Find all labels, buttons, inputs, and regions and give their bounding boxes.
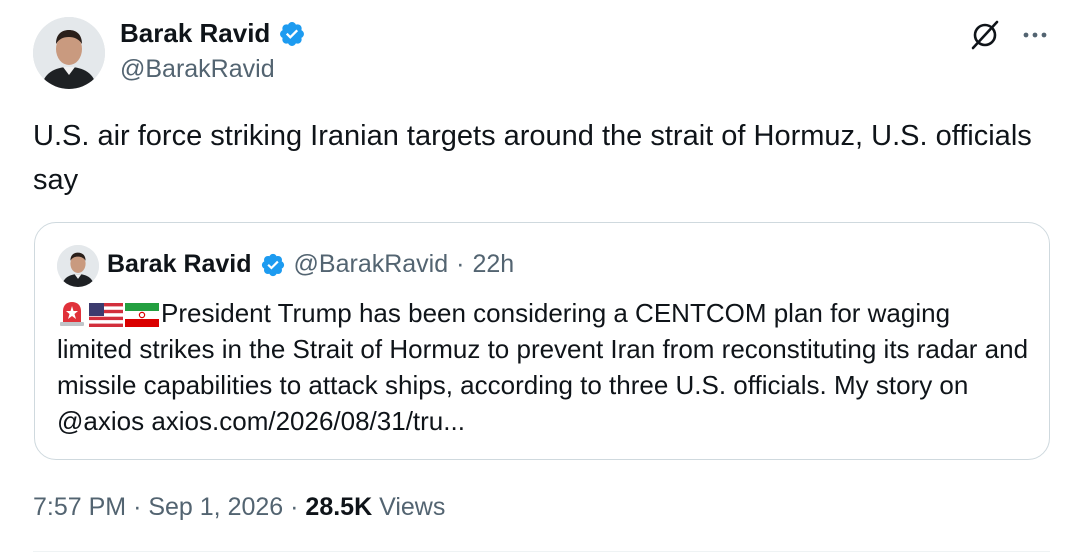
meta-separator: · xyxy=(133,493,142,521)
author-handle[interactable]: @BarakRavid xyxy=(120,55,275,84)
quoted-timestamp[interactable]: 22h xyxy=(472,250,514,279)
tweet-time[interactable]: 7:57 PM xyxy=(33,493,126,521)
views-label: Views xyxy=(379,493,446,521)
author-name-row[interactable]: Barak Ravid xyxy=(120,18,306,49)
quoted-avatar-image xyxy=(57,245,99,287)
tweet-text: U.S. air force striking Iranian targets … xyxy=(33,120,1032,196)
avatar-image xyxy=(33,17,105,89)
us-flag-icon xyxy=(89,303,123,327)
siren-icon xyxy=(57,301,87,327)
header-separator: · xyxy=(456,250,465,278)
quoted-tweet-card[interactable]: Barak Ravid @BarakRavid · 22h President … xyxy=(34,222,1050,460)
author-avatar[interactable] xyxy=(33,17,105,89)
quoted-author-name[interactable]: Barak Ravid xyxy=(107,250,252,279)
meta-separator: · xyxy=(290,493,299,521)
divider xyxy=(33,551,1050,552)
grok-icon[interactable] xyxy=(969,19,1001,51)
verified-badge-icon[interactable] xyxy=(278,20,306,48)
quoted-author-avatar[interactable] xyxy=(57,245,99,287)
tweet-meta: 7:57 PM · Sep 1, 2026 · 28.5K Views xyxy=(33,493,445,522)
iran-flag-icon xyxy=(125,303,159,327)
tweet-date[interactable]: Sep 1, 2026 xyxy=(148,493,283,521)
quoted-tweet-text[interactable]: President Trump has been considering a C… xyxy=(57,298,1028,436)
author-name[interactable]: Barak Ravid xyxy=(120,18,270,49)
more-options-icon[interactable] xyxy=(1018,19,1052,51)
quoted-author-handle[interactable]: @BarakRavid xyxy=(294,250,449,279)
quoted-tweet-body: President Trump has been considering a C… xyxy=(57,295,1032,439)
verified-badge-icon xyxy=(260,252,286,278)
quoted-tweet-header: Barak Ravid @BarakRavid · 22h xyxy=(107,250,514,279)
views-count: 28.5K xyxy=(305,493,373,521)
